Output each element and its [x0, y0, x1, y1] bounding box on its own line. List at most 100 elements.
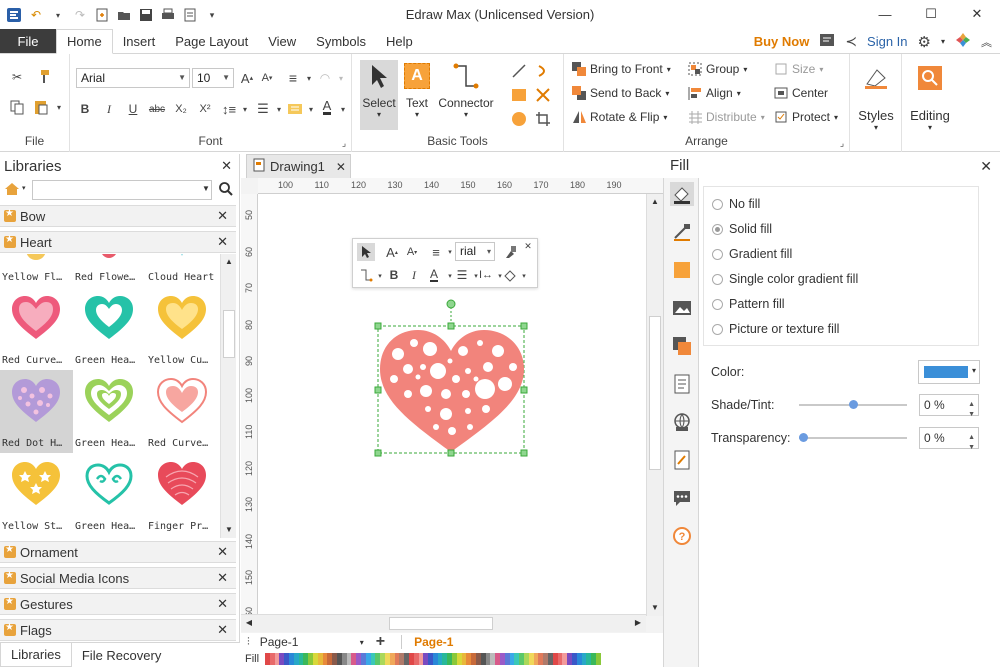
- plugin-icon[interactable]: [955, 32, 971, 51]
- connector-tool-button[interactable]: Connector ▾: [436, 60, 496, 130]
- editing-button[interactable]: Editing ▾: [906, 62, 954, 142]
- layer-panel-icon[interactable]: [670, 334, 694, 358]
- mini-font-select[interactable]: rial ▾: [455, 242, 495, 261]
- add-page-icon[interactable]: +: [376, 633, 385, 651]
- tab-help[interactable]: Help: [376, 29, 423, 53]
- format-painter-icon[interactable]: [34, 68, 52, 86]
- bring-to-front-button[interactable]: Bring to Front ▾: [572, 62, 671, 76]
- text-tool-button[interactable]: A Text ▾: [400, 60, 434, 130]
- close-category-icon[interactable]: ✕: [217, 208, 228, 224]
- rotate-flip-button[interactable]: Rotate & Flip ▾: [572, 110, 667, 124]
- selected-heart-shape[interactable]: [368, 299, 538, 464]
- transparency-input[interactable]: 0 % ▲ ▼: [919, 427, 979, 451]
- fill-option-gradient-fill[interactable]: Gradient fill: [712, 247, 792, 261]
- sign-in-link[interactable]: Sign In: [867, 34, 907, 49]
- scroll-left-icon[interactable]: ◀: [241, 615, 257, 631]
- export-icon[interactable]: [182, 7, 198, 23]
- minimize-button[interactable]: —: [862, 0, 908, 28]
- undo-dropdown-icon[interactable]: ▾: [50, 7, 66, 23]
- cut-icon[interactable]: ✂: [8, 68, 26, 86]
- help-icon[interactable]: ?: [670, 524, 694, 548]
- document-tab[interactable]: Drawing1 ✕: [246, 154, 351, 178]
- fill-option-single-color-gradient[interactable]: Single color gradient fill: [712, 272, 858, 286]
- shape-item[interactable]: Green Hea…: [73, 370, 146, 453]
- cart-icon[interactable]: [819, 33, 835, 50]
- align-button[interactable]: Align ▾: [688, 86, 741, 100]
- buy-now-link[interactable]: Buy Now: [754, 34, 810, 49]
- page-select-dropdown-icon[interactable]: ▾: [360, 638, 364, 647]
- close-category-icon[interactable]: ✕: [217, 234, 228, 250]
- subscript-button[interactable]: X₂: [172, 100, 190, 118]
- shadow-panel-icon[interactable]: [670, 258, 694, 282]
- search-icon[interactable]: [218, 181, 234, 200]
- library-category-bow[interactable]: Bow ✕: [0, 205, 236, 227]
- shape-item[interactable]: Green Hea…: [73, 287, 146, 370]
- tab-insert[interactable]: Insert: [113, 29, 166, 53]
- library-category-social-media-icons[interactable]: Social Media Icons ✕: [0, 567, 236, 589]
- fill-option-no-fill[interactable]: No fill: [712, 197, 760, 211]
- shape-item[interactable]: Red Curve…: [146, 370, 219, 453]
- settings-dropdown-icon[interactable]: ▾: [941, 37, 945, 46]
- font-size-select[interactable]: 10 ▼: [192, 68, 234, 88]
- libraries-scrollbar[interactable]: ▲ ▼: [220, 254, 236, 538]
- spin-down-icon[interactable]: ▼: [968, 405, 975, 425]
- home-dropdown-icon[interactable]: ▾: [22, 184, 26, 192]
- shape-item[interactable]: Yellow St…: [0, 453, 73, 536]
- page-select-value[interactable]: Page-1: [260, 635, 360, 649]
- fill-option-pattern-fill[interactable]: Pattern fill: [712, 297, 785, 311]
- grow-font-button[interactable]: A ▴: [238, 69, 256, 87]
- select-tool-button[interactable]: Select ▾: [360, 60, 398, 130]
- mini-pointer-icon[interactable]: [357, 243, 375, 261]
- shape-item[interactable]: Red Flowe…: [73, 254, 146, 287]
- library-search-input[interactable]: [32, 180, 212, 200]
- fill-panel-icon[interactable]: [670, 182, 694, 206]
- distribute-button[interactable]: Distribute ▾: [688, 110, 765, 124]
- comment-panel-icon[interactable]: [670, 486, 694, 510]
- shape-item[interactable]: Green Hea…: [73, 453, 146, 536]
- paste-icon[interactable]: [32, 98, 50, 116]
- bold-button[interactable]: B: [76, 100, 94, 118]
- styles-button[interactable]: Styles ▾: [856, 62, 896, 142]
- shrink-font-button[interactable]: A ▾: [258, 69, 276, 87]
- size-button[interactable]: Size ▾: [774, 62, 823, 76]
- shade-tint-knob[interactable]: [849, 400, 858, 409]
- tab-page-layout[interactable]: Page Layout: [165, 29, 258, 53]
- scroll-up-icon[interactable]: ▲: [647, 194, 663, 210]
- close-fill-panel-icon[interactable]: ✕: [980, 158, 992, 175]
- mini-format-painter-icon[interactable]: [501, 243, 519, 261]
- scroll-right-icon[interactable]: ▶: [630, 615, 646, 631]
- undo-icon[interactable]: ↶: [28, 7, 44, 23]
- fill-color-picker[interactable]: ▾: [918, 360, 980, 384]
- scroll-thumb[interactable]: [223, 310, 235, 358]
- close-mini-toolbar-icon[interactable]: ✕: [521, 240, 535, 252]
- note-panel-icon[interactable]: [670, 448, 694, 472]
- canvas-horizontal-scrollbar[interactable]: ◀ ▶: [241, 614, 646, 632]
- shape-item[interactable]: Finger Pr…: [146, 453, 219, 536]
- color-swatches[interactable]: [265, 653, 601, 665]
- canvas-scroll-thumb[interactable]: [649, 316, 661, 470]
- italic-button[interactable]: I: [100, 100, 118, 118]
- transparency-knob[interactable]: [799, 433, 808, 442]
- canvas-vertical-scrollbar[interactable]: ▲ ▼: [646, 194, 663, 616]
- settings-gear-icon[interactable]: ⚙: [918, 33, 931, 51]
- home-icon[interactable]: [4, 182, 20, 199]
- rotation-handle[interactable]: [446, 299, 456, 309]
- maximize-button[interactable]: ☐: [908, 0, 954, 28]
- rotation-dropdown-icon[interactable]: ▾: [332, 69, 350, 87]
- close-category-icon[interactable]: ✕: [217, 570, 228, 586]
- crop-tool-icon[interactable]: [534, 110, 552, 128]
- mini-shrink-font-icon[interactable]: A ▾: [403, 243, 421, 261]
- shape-item[interactable]: Cloud Heart: [146, 254, 219, 287]
- mini-grow-font-icon[interactable]: A ▴: [383, 243, 401, 261]
- cross-tool-icon[interactable]: [534, 86, 552, 104]
- tab-file-recovery[interactable]: File Recovery: [72, 643, 171, 667]
- color-swatch[interactable]: [595, 653, 601, 665]
- save-icon[interactable]: [138, 7, 154, 23]
- transparency-slider[interactable]: [799, 437, 907, 439]
- image-panel-icon[interactable]: [670, 296, 694, 320]
- spin-down-icon[interactable]: ▼: [968, 438, 975, 458]
- fill-option-solid-fill[interactable]: Solid fill: [712, 222, 772, 236]
- tab-view[interactable]: View: [258, 29, 306, 53]
- close-libraries-icon[interactable]: ✕: [221, 158, 232, 174]
- superscript-button[interactable]: X²: [196, 100, 214, 118]
